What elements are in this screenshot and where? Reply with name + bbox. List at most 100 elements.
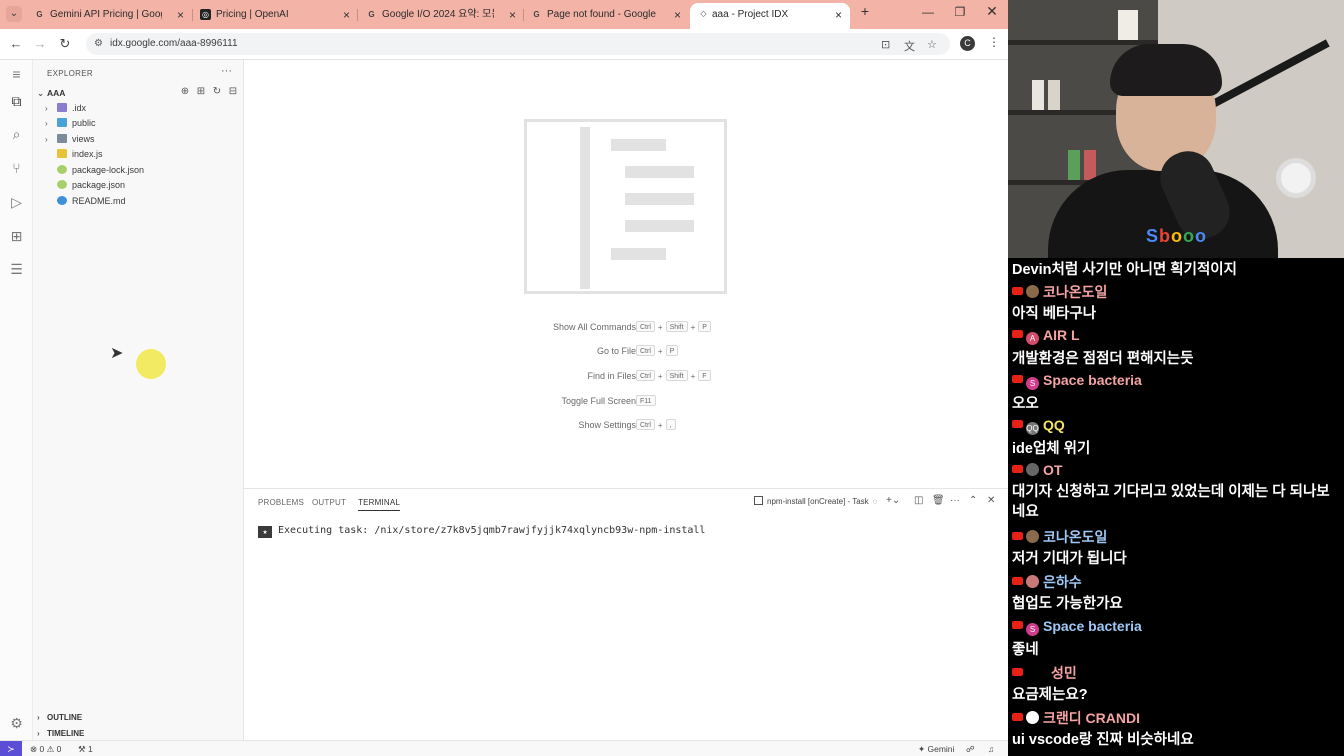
outline-section[interactable]: › OUTLINE xyxy=(37,713,82,722)
close-tab-icon[interactable]: × xyxy=(509,4,516,26)
key: Shift xyxy=(665,321,688,332)
chat-author: 코나온도일 xyxy=(1012,282,1107,302)
shortcut-label: Show All Commands xyxy=(552,322,636,332)
chat-text: 아직 베타구나 xyxy=(1012,306,1097,322)
youtube-icon xyxy=(1012,287,1023,295)
feedback-icon[interactable]: ☍ xyxy=(966,741,975,756)
youtube-icon xyxy=(1012,375,1023,383)
bookmark-star-icon[interactable]: ☆ xyxy=(927,38,937,51)
refresh-icon[interactable]: ↻ xyxy=(209,86,225,97)
close-tab-icon[interactable]: × xyxy=(343,4,350,26)
close-window-icon[interactable]: ✕ xyxy=(982,3,1002,20)
explorer-files-icon[interactable]: ⧉ xyxy=(8,93,25,110)
mouse-cursor-icon: ➤ xyxy=(110,345,124,362)
tree-item-label: index.js xyxy=(72,149,103,159)
chat-name: 코나온도일 xyxy=(1043,529,1108,545)
tree-item-views[interactable]: › views xyxy=(45,132,95,147)
tab-project-idx[interactable]: ◇ aaa - Project IDX × xyxy=(690,3,850,29)
tab-gemini-pricing[interactable]: G Gemini API Pricing | Google × xyxy=(34,4,184,26)
folder-icon xyxy=(57,134,67,143)
settings-gear-icon[interactable]: ⚙ xyxy=(8,715,25,732)
new-terminal-icon[interactable]: +⌄ xyxy=(886,495,900,506)
tab-google-io[interactable]: G Google I/O 2024 요약: 모든 기 × xyxy=(366,4,516,26)
back-arrow-icon[interactable]: ← xyxy=(8,36,24,52)
new-tab-icon[interactable]: + xyxy=(855,3,875,19)
chat-author: S Space bacteria xyxy=(1012,618,1142,636)
avatar: QQ xyxy=(1026,422,1039,435)
more-actions-icon[interactable]: ··· xyxy=(221,65,232,77)
menu-hamburger-icon[interactable]: ≡ xyxy=(8,66,25,83)
timeline-section[interactable]: › TIMELINE xyxy=(37,729,84,738)
minimize-icon[interactable]: — xyxy=(918,5,938,19)
close-panel-icon[interactable]: ✕ xyxy=(987,495,995,506)
tab-title: Pricing | OpenAI xyxy=(216,9,289,20)
browser-menu-icon[interactable]: ⋮ xyxy=(988,35,1000,49)
youtube-icon xyxy=(1012,577,1023,585)
maximize-panel-icon[interactable]: ⌃ xyxy=(969,495,977,506)
key: F xyxy=(698,370,711,381)
bottom-panel: PROBLEMS OUTPUT TERMINAL npm-install [on… xyxy=(244,488,1008,740)
stream-overlay: Sbooo Devin처럼 사기만 아니면 획기적이지 코나온도일 아직 베타구… xyxy=(1008,0,1344,756)
chat-message: 오오 xyxy=(1012,392,1039,413)
ide-workbench: ≡ ⧉ ⌕ ⑂ ▷ ⊞ ☰ ⚙ EXPLORER ··· ⌄ AAA ⊕ ⊞ ↻ ⊟ ›… xyxy=(0,60,1008,756)
restore-icon[interactable]: ❐ xyxy=(950,5,970,19)
error-count: 0 xyxy=(39,744,45,754)
profile-avatar[interactable]: C xyxy=(960,36,975,51)
loading-spinner-icon: ◌ xyxy=(872,497,878,506)
install-app-icon[interactable]: ⊡ xyxy=(881,38,890,51)
tab-search-chevron-icon[interactable]: ⌄ xyxy=(6,6,22,22)
url-text[interactable]: idx.google.com/aaa-8996111 xyxy=(110,33,238,55)
problems-status[interactable]: ⊗ 0 ⚠ 0 xyxy=(30,741,61,756)
json-file-icon xyxy=(57,180,67,189)
chat-text: 저거 기대가 됩니다 xyxy=(1012,551,1127,567)
collapse-all-icon[interactable]: ⊟ xyxy=(225,86,241,97)
trash-icon[interactable]: 🗑 xyxy=(932,495,945,506)
close-tab-icon[interactable]: × xyxy=(674,4,681,26)
translate-icon[interactable]: 文 xyxy=(904,38,915,54)
close-tab-icon[interactable]: × xyxy=(177,4,184,26)
remote-indicator-icon[interactable]: ≻ xyxy=(0,741,22,756)
google-g-icon: G xyxy=(533,10,540,19)
reload-icon[interactable]: ↻ xyxy=(57,36,73,52)
new-file-icon[interactable]: ⊕ xyxy=(177,86,193,97)
search-icon[interactable]: ⌕ xyxy=(8,126,25,143)
chat-text: 개발환경은 점점더 편해지는듯 xyxy=(1012,351,1194,367)
chat-text: 대기자 신청하고 기다리고 있었는데 이제는 다 되나보네요 xyxy=(1012,484,1330,520)
root-folder[interactable]: ⌄ AAA xyxy=(37,88,65,99)
idx-panel-icon[interactable]: ☰ xyxy=(8,261,25,278)
browser-window: ⌄ G Gemini API Pricing | Google × ◎ Pric… xyxy=(0,0,1008,756)
extensions-icon[interactable]: ⊞ xyxy=(8,228,25,245)
timeline-label: TIMELINE xyxy=(47,729,85,738)
omnibox[interactable]: ⚙ idx.google.com/aaa-8996111 ⊡ 文 ☆ xyxy=(86,33,950,55)
idx-icon: ◇ xyxy=(700,9,707,18)
terminal-output-line: ★ Executing task: /nix/store/z7k8v5jqmb7r… xyxy=(258,525,705,538)
tab-page-not-found[interactable]: G Page not found - Google Dev × xyxy=(531,4,681,26)
tree-item-idx[interactable]: › .idx xyxy=(45,101,86,116)
split-terminal-icon[interactable]: ◫ xyxy=(914,495,923,506)
ports-status[interactable]: ⚒ 1 xyxy=(78,741,93,756)
tree-item-package-json[interactable]: package.json xyxy=(45,178,125,193)
tab-output[interactable]: OUTPUT xyxy=(312,498,346,507)
site-info-icon[interactable]: ⚙ xyxy=(94,38,105,49)
google-g-icon: G xyxy=(368,10,375,19)
chat-name: 코나온도일 xyxy=(1043,284,1108,300)
cursor-highlight xyxy=(136,349,166,379)
notifications-bell-icon[interactable]: ♫ xyxy=(988,741,994,756)
tree-item-public[interactable]: › public xyxy=(45,116,96,131)
close-tab-icon[interactable]: × xyxy=(835,3,842,27)
tab-problems[interactable]: PROBLEMS xyxy=(258,498,304,507)
tree-item-readme[interactable]: README.md xyxy=(45,194,126,209)
tree-item-package-lock[interactable]: package-lock.json xyxy=(45,163,144,178)
new-folder-icon[interactable]: ⊞ xyxy=(193,86,209,97)
more-actions-icon[interactable]: ··· xyxy=(950,495,960,506)
chat-author: 은하수 xyxy=(1012,572,1082,592)
tab-title: Gemini API Pricing | Google xyxy=(50,9,162,20)
forward-arrow-icon[interactable]: → xyxy=(32,36,48,52)
terminal-task-selector[interactable]: npm-install [onCreate] - Task ◌ xyxy=(754,496,877,506)
tab-openai-pricing[interactable]: ◎ Pricing | OpenAI × xyxy=(200,4,350,26)
tab-terminal[interactable]: TERMINAL xyxy=(358,498,401,511)
run-debug-icon[interactable]: ▷ xyxy=(8,194,25,211)
source-control-icon[interactable]: ⑂ xyxy=(8,160,25,177)
gemini-status[interactable]: ✦ Gemini xyxy=(918,741,954,756)
tree-item-index-js[interactable]: index.js xyxy=(45,147,103,162)
